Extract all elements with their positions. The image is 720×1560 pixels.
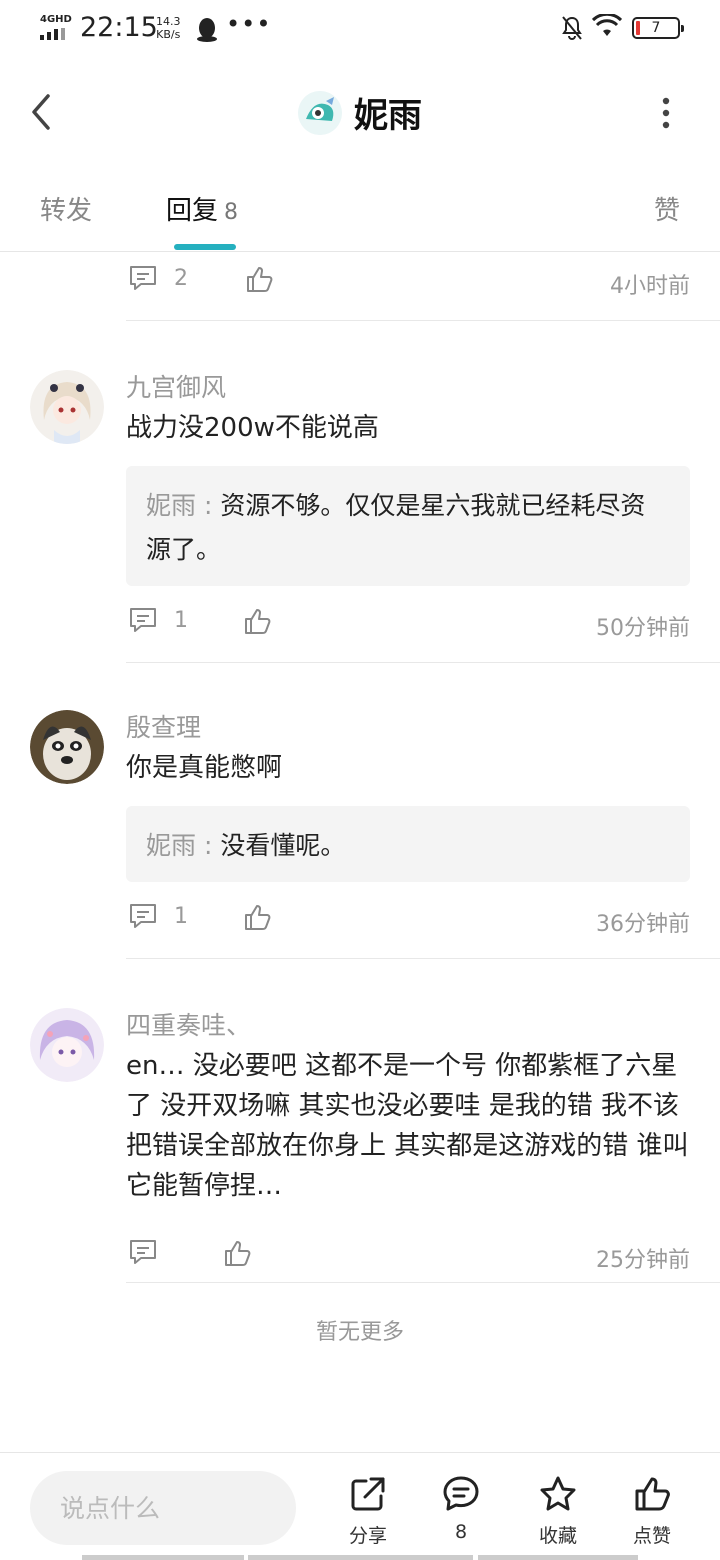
reply-count: 1	[174, 903, 188, 929]
reply-count: 2	[174, 265, 188, 291]
username[interactable]: 殷查理	[126, 708, 201, 744]
quoted-reply[interactable]: 妮雨 : 没看懂呢。	[126, 806, 690, 882]
quoted-text: 没看懂呢。	[220, 831, 346, 860]
comment-text: en… 没必要吧 这都不是一个号 你都紫框了六星了 没开双场嘛 其实也没必要哇 …	[126, 1051, 689, 1201]
gesture-bar	[82, 1555, 244, 1560]
no-more-text: 暂无更多	[315, 1320, 404, 1345]
comment-time: 4小时前	[610, 274, 690, 299]
author-avatar[interactable]	[298, 90, 342, 135]
tab-repost[interactable]: 转发	[40, 190, 92, 227]
comment-icon	[130, 1240, 156, 1264]
more-options-button[interactable]	[652, 92, 680, 134]
thumbs-up-icon	[245, 905, 271, 930]
user-avatar[interactable]	[30, 710, 104, 784]
share-label: 分享	[348, 1525, 387, 1547]
quoted-user: 妮雨	[146, 831, 197, 860]
comments-count: 8	[454, 1521, 468, 1543]
thumbs-up-icon	[635, 1477, 670, 1511]
network-type: 4GHD	[40, 14, 72, 25]
page-title: 妮雨	[354, 96, 422, 136]
comment-text: 战力没200w不能说高	[126, 413, 379, 443]
status-bar: 4GHD 22:15 14.3 KB/s ••• 7	[0, 0, 720, 60]
comment-time: 36分钟前	[596, 912, 690, 937]
tab-reply[interactable]: 回复 8	[166, 190, 238, 227]
status-time: 22:15	[80, 12, 158, 43]
user-avatar[interactable]	[30, 370, 104, 444]
divider	[126, 320, 720, 321]
speed-unit: KB/s	[156, 28, 181, 41]
more-notifications-icon: •••	[226, 10, 272, 38]
comment-input[interactable]	[30, 1471, 296, 1545]
battery-icon: 7	[632, 17, 684, 39]
battery-level: 7	[651, 20, 661, 36]
quoted-text: 资源不够。仅仅是星六我就已经耗尽资源了。	[146, 491, 646, 564]
wifi-icon	[591, 12, 623, 42]
divider	[126, 1282, 720, 1283]
title-bar: 妮雨	[0, 70, 720, 154]
bottom-action-bar: 分享 8 收藏 点赞	[0, 1452, 720, 1560]
comment-time: 25分钟前	[596, 1248, 690, 1273]
comment-time: 50分钟前	[596, 616, 690, 641]
divider	[126, 662, 720, 663]
like-button[interactable]	[244, 264, 274, 294]
thumbs-up-icon	[245, 609, 271, 634]
more-vertical-icon	[662, 97, 670, 129]
share-icon	[351, 1477, 385, 1511]
speed-value: 14.3	[156, 15, 181, 28]
active-tab-indicator	[174, 244, 236, 250]
quoted-user: 妮雨	[146, 491, 197, 520]
reply-button[interactable]: 1	[128, 606, 188, 634]
tab-like[interactable]: 赞	[654, 190, 680, 227]
reply-button[interactable]: 2	[128, 264, 188, 292]
comment-bubble-icon	[443, 1476, 479, 1511]
divider	[126, 958, 720, 959]
gesture-bar	[478, 1555, 638, 1560]
comment-item: 2 4小时前	[0, 252, 720, 321]
like-post-button[interactable]: 点赞	[617, 1475, 687, 1548]
reply-button[interactable]: 1	[128, 902, 188, 930]
thumbs-up-icon	[247, 267, 273, 292]
signal-icon: 4GHD	[38, 14, 72, 40]
share-button[interactable]: 分享	[333, 1475, 403, 1548]
comment-icon	[130, 904, 156, 928]
quote-separator: :	[196, 831, 221, 860]
like-label: 点赞	[632, 1525, 671, 1547]
like-button[interactable]	[242, 606, 272, 636]
network-speed: 14.3 KB/s	[156, 15, 181, 41]
star-icon	[540, 1476, 576, 1511]
user-avatar[interactable]	[30, 1008, 104, 1082]
thumbs-up-icon	[225, 1241, 251, 1266]
quoted-reply[interactable]: 妮雨 : 资源不够。仅仅是星六我就已经耗尽资源了。	[126, 466, 690, 586]
favorite-label: 收藏	[538, 1525, 577, 1547]
favorite-button[interactable]: 收藏	[523, 1475, 593, 1548]
comment-icon	[130, 608, 156, 632]
tab-reply-label: 回复	[166, 196, 219, 226]
reply-button[interactable]	[128, 1238, 158, 1266]
quote-separator: :	[196, 491, 221, 520]
reply-count: 1	[174, 607, 188, 633]
comment-text: 你是真能憋啊	[126, 753, 283, 783]
tab-reply-count: 8	[224, 200, 239, 225]
username[interactable]: 九宫御风	[126, 368, 226, 404]
gesture-bar	[248, 1555, 473, 1560]
like-button[interactable]	[242, 902, 272, 932]
like-button[interactable]	[222, 1238, 252, 1268]
qq-penguin-icon	[196, 16, 218, 46]
bell-muted-icon	[560, 15, 584, 45]
tab-bar: 转发 回复 8 赞	[0, 180, 720, 252]
comment-icon	[130, 266, 156, 290]
comments-button[interactable]: 8	[426, 1475, 496, 1543]
username[interactable]: 四重奏哇、	[126, 1006, 251, 1042]
